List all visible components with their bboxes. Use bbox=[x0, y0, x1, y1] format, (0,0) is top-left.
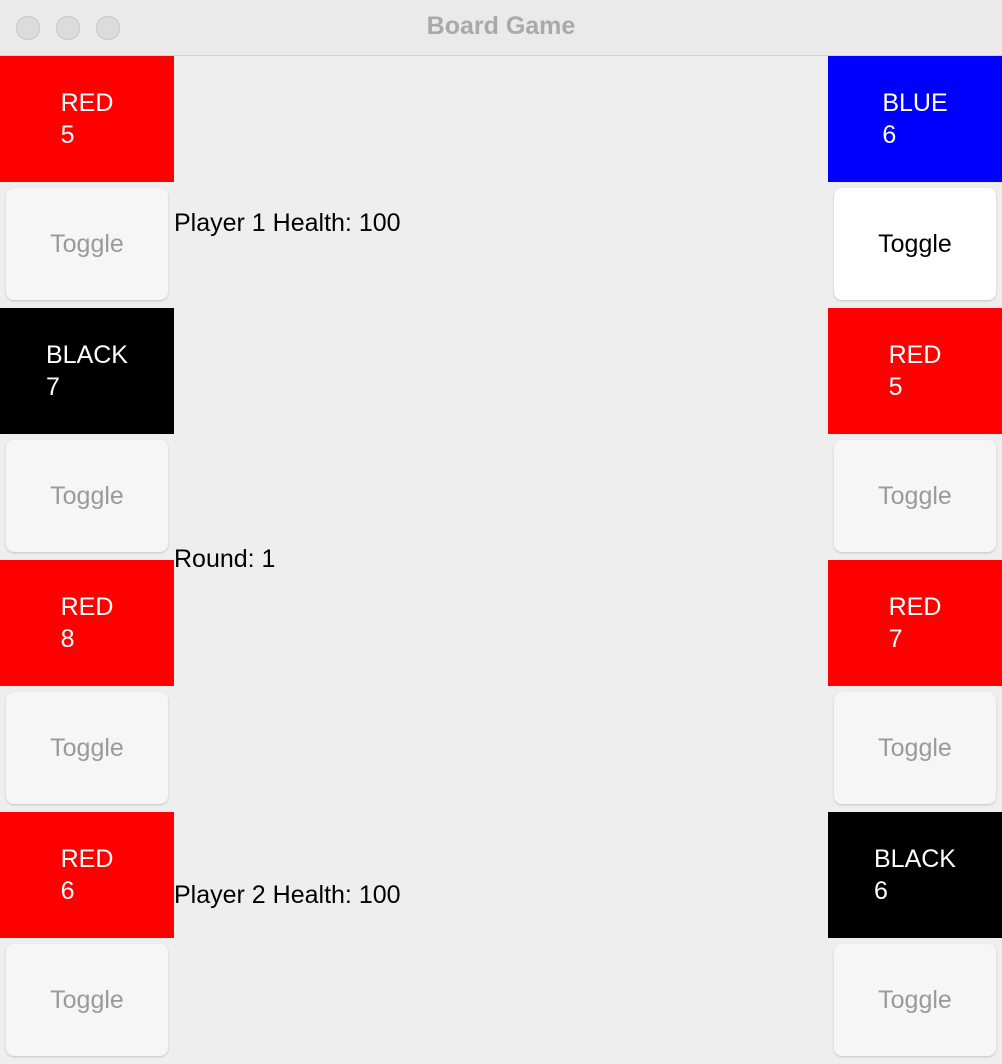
right-card-3: RED 7 bbox=[828, 560, 1002, 686]
card-color-label: RED bbox=[888, 341, 942, 369]
card-color-label: RED bbox=[888, 593, 942, 621]
left-toggle-button-4[interactable]: Toggle bbox=[6, 944, 168, 1056]
card-value: 6 bbox=[874, 877, 888, 905]
left-card-3: RED 8 bbox=[0, 560, 174, 686]
left-card-1: RED 5 bbox=[0, 56, 174, 182]
board-game-window: Board Game RED 5 Toggle BLACK 7 Toggle R… bbox=[0, 0, 1002, 1064]
left-toggle-button-2[interactable]: Toggle bbox=[6, 440, 168, 552]
card-color-label: BLACK bbox=[874, 845, 956, 873]
right-card-4: BLACK 6 bbox=[828, 812, 1002, 938]
card-value: 5 bbox=[60, 121, 75, 149]
card-value: 5 bbox=[888, 373, 903, 401]
round-label: Round: 1 bbox=[174, 545, 276, 573]
card-value: 6 bbox=[60, 877, 75, 905]
left-card-2: BLACK 7 bbox=[0, 308, 174, 434]
card-color-label: RED bbox=[60, 89, 114, 117]
right-card-1: BLUE 6 bbox=[828, 56, 1002, 182]
card-color-label: RED bbox=[60, 593, 114, 621]
window-title: Board Game bbox=[426, 12, 576, 40]
card-value: 8 bbox=[60, 625, 75, 653]
card-color-label: RED bbox=[60, 845, 114, 873]
right-toggle-button-1[interactable]: Toggle bbox=[834, 188, 996, 300]
card-color-label: BLACK bbox=[46, 341, 128, 369]
player1-health-label: Player 1 Health: 100 bbox=[174, 209, 401, 237]
right-toggle-button-4[interactable]: Toggle bbox=[834, 944, 996, 1056]
player2-health-label: Player 2 Health: 100 bbox=[174, 881, 401, 909]
right-toggle-button-2[interactable]: Toggle bbox=[834, 440, 996, 552]
card-color-label: BLUE bbox=[882, 89, 948, 117]
title-bar: Board Game bbox=[0, 0, 1002, 56]
card-value: 6 bbox=[882, 121, 897, 149]
left-toggle-button-3[interactable]: Toggle bbox=[6, 692, 168, 804]
card-value: 7 bbox=[888, 625, 903, 653]
right-card-2: RED 5 bbox=[828, 308, 1002, 434]
card-value: 7 bbox=[46, 373, 60, 401]
right-toggle-button-3[interactable]: Toggle bbox=[834, 692, 996, 804]
left-toggle-button-1[interactable]: Toggle bbox=[6, 188, 168, 300]
left-card-4: RED 6 bbox=[0, 812, 174, 938]
